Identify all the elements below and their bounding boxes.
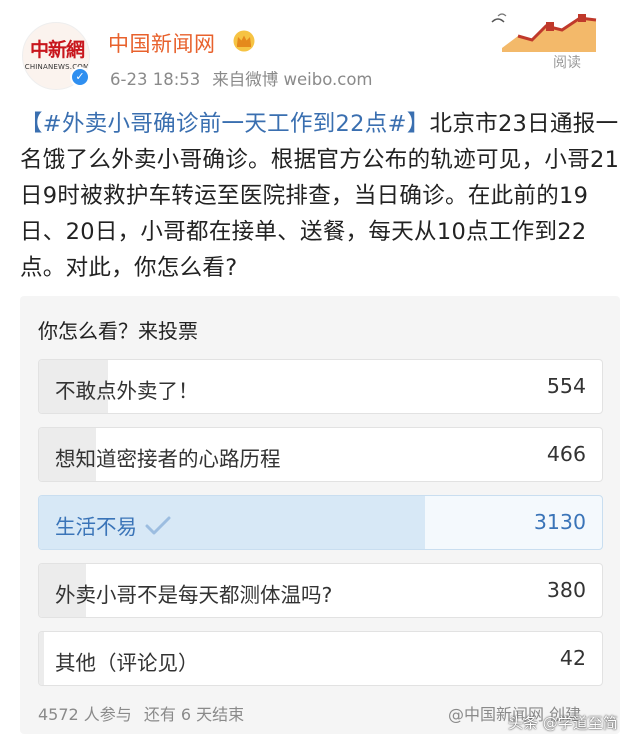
poll-option-count: 554	[546, 374, 586, 398]
poll-option-label: 其他（评论见）	[55, 651, 199, 675]
post-text: 【#外卖小哥确诊前一天工作到22点#】北京市23日通报一名饿了么外卖小哥确诊。根…	[20, 106, 620, 286]
poll-option-count: 380	[546, 578, 586, 602]
avatar-logo-text: 中新網	[29, 39, 85, 61]
post-topic-link[interactable]: 【#外卖小哥确诊前一天工作到22点#】	[20, 111, 430, 137]
read-count-label: 阅读	[553, 55, 581, 71]
poll-option-count: 466	[546, 442, 586, 466]
crown-icon[interactable]	[232, 30, 256, 52]
great-wall-banner-icon	[491, 13, 597, 52]
poll-option-label: 不敢点外卖了！	[55, 379, 199, 403]
verified-check-icon: ✓	[70, 67, 90, 87]
poll-card: 你怎么看？来投票 不敢点外卖了！ 554 想知道密接者的心路历程 466 生活不…	[20, 296, 620, 734]
poll-option[interactable]: 不敢点外卖了！ 554	[38, 359, 603, 414]
poll-option-count: 42	[559, 646, 586, 670]
post-source[interactable]: 来自微博 weibo.com	[212, 70, 372, 89]
poll-option-label: 生活不易	[55, 510, 171, 540]
poll-title: 你怎么看？来投票	[38, 319, 198, 343]
author-name[interactable]: 中国新闻网	[108, 28, 216, 58]
post-meta: 6-23 18:53 来自微博 weibo.com	[110, 66, 373, 90]
poll-remaining: 还有 6 天结束	[143, 705, 245, 724]
poll-option-label: 外卖小哥不是每天都测体温吗?	[55, 583, 333, 607]
watermark: 头条 @学道至简	[508, 714, 618, 732]
poll-option[interactable]: 其他（评论见） 42	[38, 631, 603, 686]
poll-footer: 4572 人参与 还有 6 天结束	[38, 701, 244, 725]
poll-option-count: 3130	[533, 510, 586, 534]
poll-option[interactable]: 外卖小哥不是每天都测体温吗? 380	[38, 563, 603, 618]
checkmark-icon	[145, 516, 171, 535]
post-header: 中新網 CHINANEWS.COM ✓ 中国新闻网 6-23 18:53 来自微博…	[0, 0, 640, 100]
poll-option[interactable]: 想知道密接者的心路历程 466	[38, 427, 603, 482]
poll-participants: 4572 人参与	[38, 705, 132, 724]
poll-option-bar	[39, 632, 45, 685]
poll-option-selected[interactable]: 生活不易 3130	[38, 495, 603, 550]
poll-option-label: 想知道密接者的心路历程	[55, 447, 281, 471]
post-timestamp: 6-23 18:53	[110, 70, 201, 89]
